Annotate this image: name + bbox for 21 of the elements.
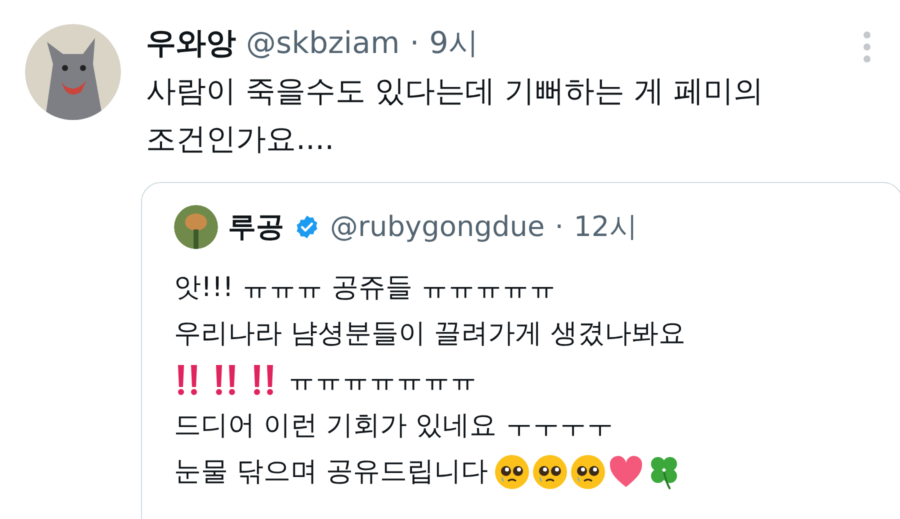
quoted-text-line: ㅠㅠㅠㅠㅠㅠㅠ (288, 363, 477, 397)
pleading-face-icon (494, 454, 530, 490)
quoted-text-line: 눈물 닦으며 공유드립니다 (174, 455, 488, 489)
user-handle[interactable]: @skbziam (246, 24, 400, 64)
quoted-text-line: 앗!!! ㅠㅠㅠ 공쥬들 ㅠㅠㅠㅠㅠ (174, 271, 556, 305)
quoted-text-line: 우리나라 냠셩분들이 끌려가게 생겼나봐요 (174, 317, 686, 351)
pleading-face-icon (532, 454, 568, 490)
separator-dot: · (554, 209, 564, 245)
display-name[interactable]: 우와앙 (146, 24, 236, 64)
post-time[interactable]: 12시 (574, 207, 638, 247)
heart-icon (608, 454, 644, 490)
separator-dot: · (410, 25, 420, 63)
avatar-picture (174, 205, 218, 249)
tweet-text: 사람이 죽을수도 있다는데 기뻐하는 게 페미의 조건인가요.... (146, 73, 765, 159)
post-time[interactable]: 9시 (429, 24, 478, 64)
avatar-picture[interactable] (25, 24, 121, 120)
quoted-tweet-card[interactable]: 루공 @rubygongdue · 12시 앗!!! ㅠㅠㅠ 공쥬들 ㅠㅠㅠㅠㅠ 우리나라 냠셩분들이 끌려가게 생겼나봐요 ㅠㅠㅠㅠㅠㅠㅠ 드디어 이런 기회가 있네요 ㅜㅜㅜㅜ 눈물 닦으며 공유드립니다 (141, 182, 900, 519)
quoted-text-line: 드디어 이런 기회가 있네요 ㅜㅜㅜㅜ (174, 409, 614, 443)
user-handle[interactable]: @rubygongdue (330, 207, 545, 247)
pleading-face-icon (570, 454, 606, 490)
display-name[interactable]: 루공 (228, 207, 284, 247)
